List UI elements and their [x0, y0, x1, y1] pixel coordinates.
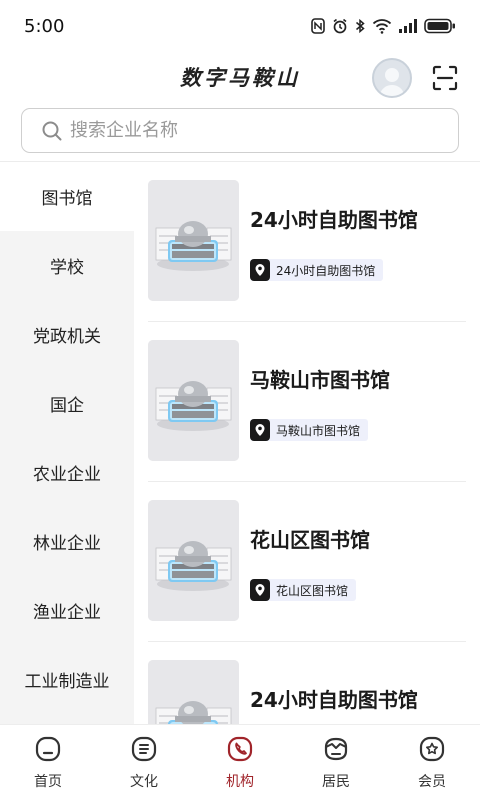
- location-pin-icon: [250, 579, 270, 601]
- item-title: 24小时自助图书馆: [250, 208, 418, 232]
- nav-label: 机构: [226, 774, 254, 790]
- item-title: 马鞍山市图书馆: [250, 368, 390, 392]
- sidebar-item-school[interactable]: 学校: [0, 231, 134, 300]
- location-pin-icon: [250, 419, 270, 441]
- scan-icon[interactable]: [432, 65, 458, 91]
- home-icon: [35, 736, 61, 762]
- library-building-image: [148, 660, 239, 724]
- location-pin-icon: [250, 259, 270, 281]
- nav-institution[interactable]: 机构: [192, 725, 288, 800]
- nav-label: 文化: [130, 774, 158, 790]
- list-item[interactable]: 24小时自助图书馆: [134, 642, 480, 724]
- culture-icon: [131, 736, 157, 762]
- sidebar-item-library[interactable]: 图书馆: [0, 162, 134, 231]
- member-icon: [419, 736, 445, 762]
- status-bar: 5:00: [0, 0, 480, 52]
- alarm-icon: [333, 18, 347, 34]
- search-input[interactable]: [70, 120, 430, 141]
- sidebar-item-label: 渔业企业: [33, 603, 101, 623]
- institution-icon: [227, 736, 253, 762]
- nav-label: 会员: [418, 774, 446, 790]
- user-avatar-icon: [379, 68, 405, 96]
- list-item[interactable]: 花山区图书馆 花山区图书馆: [134, 482, 480, 642]
- app-header: 数字马鞍山: [0, 52, 480, 102]
- sidebar-item-label: 国企: [50, 396, 84, 416]
- sidebar-item-state-enterprise[interactable]: 国企: [0, 369, 134, 438]
- status-icons: [311, 18, 456, 34]
- list-item[interactable]: 24小时自助图书馆 24小时自助图书馆: [134, 162, 480, 322]
- nav-residents[interactable]: 居民: [288, 725, 384, 800]
- sidebar-item-manufacturing[interactable]: 工业制造业: [0, 645, 134, 714]
- sidebar-item-label: 党政机关: [33, 327, 101, 347]
- sidebar-item-label: 图书馆: [41, 189, 93, 209]
- nav-culture[interactable]: 文化: [96, 725, 192, 800]
- status-time: 5:00: [24, 15, 65, 37]
- location-tag: 24小时自助图书馆: [250, 259, 384, 281]
- sidebar-item-label: 学校: [50, 258, 84, 278]
- library-building-image: [148, 340, 239, 461]
- location-tag-text: 24小时自助图书馆: [276, 263, 376, 278]
- category-sidebar: 图书馆 学校 党政机关 国企 农业企业 林业企业 渔业企业 工业制造业: [0, 161, 134, 724]
- nfc-icon: [311, 18, 325, 34]
- wifi-icon: [372, 19, 392, 34]
- bottom-nav: 首页 文化 机构 居民 会员: [0, 724, 480, 800]
- search-icon: [42, 121, 62, 140]
- nav-label: 居民: [322, 774, 350, 790]
- library-building-image: [148, 180, 239, 301]
- sidebar-item-fishery[interactable]: 渔业企业: [0, 576, 134, 645]
- nav-home[interactable]: 首页: [0, 725, 96, 800]
- institution-list: 24小时自助图书馆 24小时自助图书馆 马鞍山市图书馆 马鞍山市图书馆 花山区图…: [134, 161, 480, 724]
- search-bar[interactable]: [21, 108, 459, 153]
- list-item[interactable]: 马鞍山市图书馆 马鞍山市图书馆: [134, 322, 480, 482]
- battery-icon: [424, 18, 455, 34]
- location-tag: 马鞍山市图书馆: [250, 419, 369, 441]
- signal-icon: [399, 19, 417, 33]
- item-title: 花山区图书馆: [250, 528, 370, 552]
- nav-label: 首页: [34, 774, 62, 790]
- sidebar-item-label: 工业制造业: [24, 672, 110, 692]
- residents-icon: [324, 737, 348, 761]
- sidebar-item-label: 林业企业: [33, 534, 101, 554]
- bluetooth-icon: [356, 18, 365, 34]
- sidebar-item-agriculture[interactable]: 农业企业: [0, 438, 134, 507]
- sidebar-item-label: 农业企业: [33, 465, 101, 485]
- nav-member[interactable]: 会员: [384, 725, 480, 800]
- sidebar-item-government[interactable]: 党政机关: [0, 300, 134, 369]
- location-tag-text: 花山区图书馆: [276, 583, 349, 598]
- library-building-image: [148, 500, 239, 621]
- location-tag-text: 马鞍山市图书馆: [276, 423, 361, 438]
- location-tag: 花山区图书馆: [250, 579, 357, 601]
- sidebar-item-forestry[interactable]: 林业企业: [0, 507, 134, 576]
- item-title: 24小时自助图书馆: [250, 688, 418, 712]
- avatar[interactable]: [372, 58, 412, 98]
